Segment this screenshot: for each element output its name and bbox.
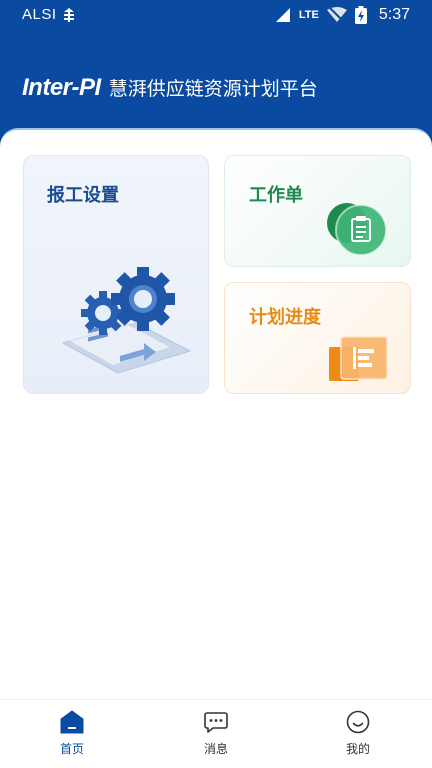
work-order-label: 工作单 (249, 185, 303, 206)
gears-document-icon (61, 267, 192, 374)
message-icon (204, 712, 228, 733)
carrier-name: ALSI (22, 6, 57, 23)
tab-profile[interactable]: 我的 (308, 700, 408, 768)
sim-icon (64, 8, 74, 22)
platform-name: 慧湃供应链资源计划平台 (108, 78, 318, 100)
tab-home[interactable]: 首页 (22, 700, 122, 768)
status-bar: ALSI LTE 5:37 (0, 0, 432, 30)
clipboard-icon (327, 203, 387, 256)
clock: 5:37 (378, 6, 410, 23)
bottom-tab-bar: 首页 消息 我的 (0, 699, 432, 768)
status-indicators: LTE 5:37 (275, 5, 410, 25)
brand-name: Inter-PI (22, 74, 101, 101)
progress-chart-icon (329, 336, 388, 381)
plan-progress-label: 计划进度 (249, 307, 321, 328)
profile-icon (346, 710, 370, 734)
cell-signal-icon (275, 8, 290, 22)
tab-messages-label: 消息 (203, 742, 228, 756)
tab-messages[interactable]: 消息 (166, 700, 266, 768)
work-order-card[interactable]: 工作单 (224, 155, 411, 267)
tab-profile-label: 我的 (345, 742, 370, 756)
home-icon (60, 710, 84, 734)
battery-charging-icon (354, 6, 367, 24)
page-title: Inter-PI 慧湃供应链资源计划平台 (22, 74, 318, 102)
report-settings-label: 报工设置 (47, 185, 119, 206)
plan-progress-card[interactable]: 计划进度 (224, 282, 411, 394)
network-type: LTE (298, 9, 319, 21)
tab-home-label: 首页 (59, 742, 84, 756)
report-settings-card[interactable]: 报工设置 (23, 155, 209, 394)
wifi-off-icon (326, 7, 347, 23)
